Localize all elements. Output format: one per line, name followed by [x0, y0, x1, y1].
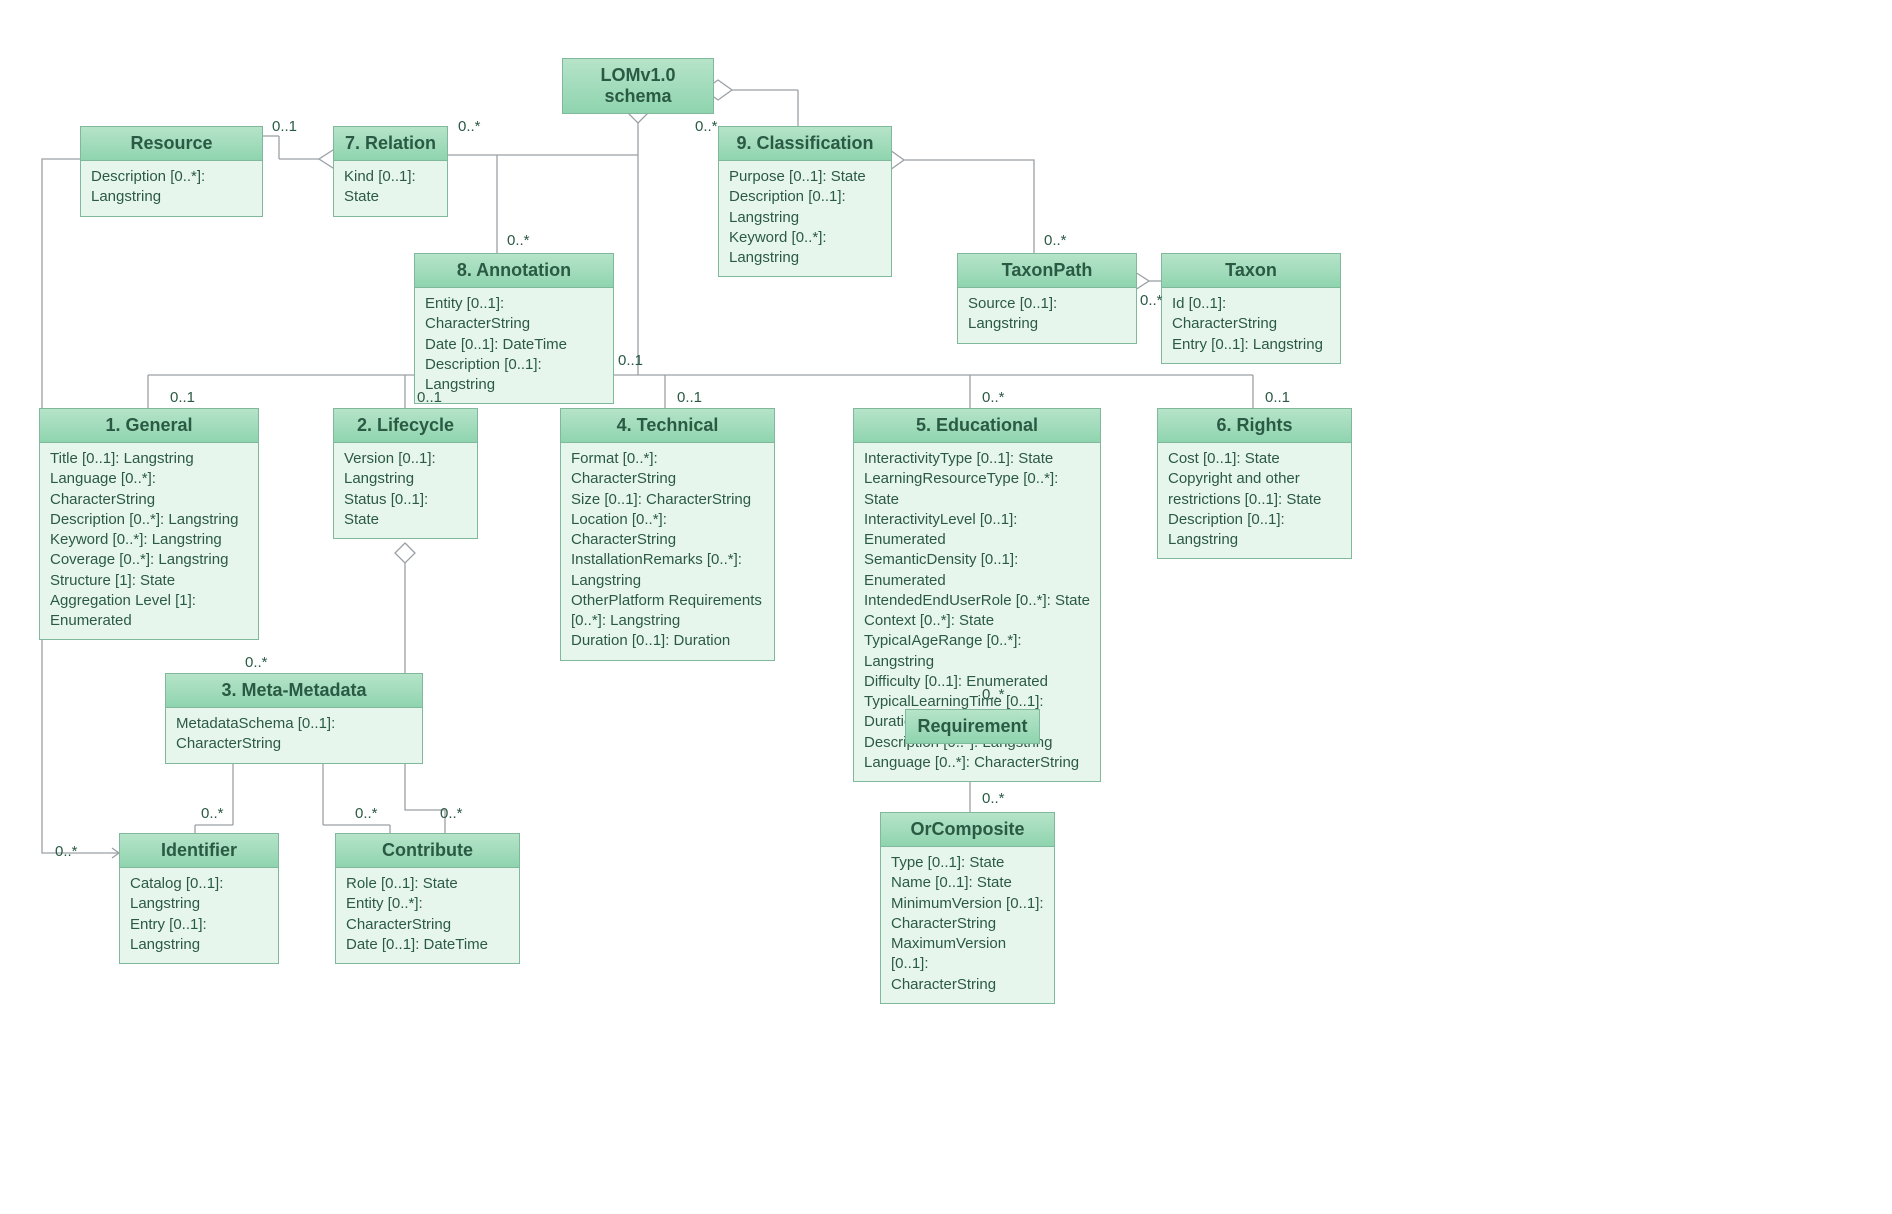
- class-resource: Resource Description [0..*]: Langstring: [80, 126, 263, 217]
- classification-title: 9. Classification: [719, 127, 891, 161]
- class-requirement: Requirement: [905, 709, 1040, 744]
- mult-contribute-b: 0..*: [440, 805, 463, 822]
- class-identifier: Identifier Catalog [0..1]: LangstringEnt…: [119, 833, 279, 964]
- educational-title: 5. Educational: [854, 409, 1100, 443]
- mult-relation: 0..*: [458, 118, 481, 135]
- mult-contribute-a: 0..*: [355, 805, 378, 822]
- taxon-title: Taxon: [1162, 254, 1340, 288]
- class-contribute: Contribute Role [0..1]: StateEntity [0..…: [335, 833, 520, 964]
- contribute-title: Contribute: [336, 834, 519, 868]
- resource-attrs: Description [0..*]: Langstring: [81, 161, 262, 216]
- class-lifecycle: 2. Lifecycle Version [0..1]:LangstringSt…: [333, 408, 478, 539]
- mult-orcomposite: 0..*: [982, 790, 1005, 807]
- technical-attrs: Format [0..*]: CharacterStringSize [0..1…: [561, 443, 774, 660]
- annotation-title: 8. Annotation: [415, 254, 613, 288]
- relation-title: 7. Relation: [334, 127, 447, 161]
- mult-metametadata-a: 0..*: [245, 654, 268, 671]
- mult-lifecycle: 0..1: [417, 389, 442, 406]
- mult-classification: 0..*: [695, 118, 718, 135]
- taxonpath-title: TaxonPath: [958, 254, 1136, 288]
- class-taxonpath: TaxonPath Source [0..1]: Langstring: [957, 253, 1137, 344]
- orcomposite-attrs: Type [0..1]: StateName [0..1]: StateMini…: [881, 847, 1054, 1003]
- class-rights: 6. Rights Cost [0..1]: StateCopyright an…: [1157, 408, 1352, 559]
- classification-attrs: Purpose [0..1]: StateDescription [0..1]:…: [719, 161, 891, 276]
- mult-technical: 0..1: [677, 389, 702, 406]
- general-title: 1. General: [40, 409, 258, 443]
- rights-title: 6. Rights: [1158, 409, 1351, 443]
- requirement-title: Requirement: [906, 710, 1039, 743]
- mult-identifier-a: 0..*: [201, 805, 224, 822]
- class-metametadata: 3. Meta-Metadata MetadataSchema [0..1]: …: [165, 673, 423, 764]
- identifier-attrs: Catalog [0..1]: LangstringEntry [0..1]: …: [120, 868, 278, 963]
- mult-taxonpath: 0..*: [1044, 232, 1067, 249]
- mult-taxon: 0..*: [1140, 292, 1163, 309]
- class-annotation: 8. Annotation Entity [0..1]: CharacterSt…: [414, 253, 614, 404]
- lifecycle-title: 2. Lifecycle: [334, 409, 477, 443]
- technical-title: 4. Technical: [561, 409, 774, 443]
- class-technical: 4. Technical Format [0..*]: CharacterStr…: [560, 408, 775, 661]
- resource-title: Resource: [81, 127, 262, 161]
- mult-rights: 0..1: [1265, 389, 1290, 406]
- annotation-attrs: Entity [0..1]: CharacterStringDate [0..1…: [415, 288, 613, 403]
- orcomposite-title: OrComposite: [881, 813, 1054, 847]
- mult-requirement: 0..*: [982, 686, 1005, 703]
- relation-attrs: Kind [0..1]: State: [334, 161, 447, 216]
- class-classification: 9. Classification Purpose [0..1]: StateD…: [718, 126, 892, 277]
- taxon-attrs: Id [0..1]: CharacterStringEntry [0..1]: …: [1162, 288, 1340, 363]
- class-general: 1. General Title [0..1]: LangstringLangu…: [39, 408, 259, 640]
- mult-educational: 0..*: [982, 389, 1005, 406]
- class-taxon: Taxon Id [0..1]: CharacterStringEntry [0…: [1161, 253, 1341, 364]
- mult-annotation: 0..*: [507, 232, 530, 249]
- mult-bus: 0..1: [618, 352, 643, 369]
- contribute-attrs: Role [0..1]: StateEntity [0..*]: Charact…: [336, 868, 519, 963]
- mult-identifier-left: 0..*: [55, 843, 78, 860]
- lifecycle-attrs: Version [0..1]:LangstringStatus [0..1]: …: [334, 443, 477, 538]
- identifier-title: Identifier: [120, 834, 278, 868]
- rights-attrs: Cost [0..1]: StateCopyright and otherres…: [1158, 443, 1351, 558]
- root-title: LOMv1.0 schema: [563, 59, 713, 113]
- class-root: LOMv1.0 schema: [562, 58, 714, 114]
- class-relation: 7. Relation Kind [0..1]: State: [333, 126, 448, 217]
- mult-general: 0..1: [170, 389, 195, 406]
- metametadata-attrs: MetadataSchema [0..1]: CharacterString: [166, 708, 422, 763]
- taxonpath-attrs: Source [0..1]: Langstring: [958, 288, 1136, 343]
- general-attrs: Title [0..1]: LangstringLanguage [0..*]:…: [40, 443, 258, 639]
- metametadata-title: 3. Meta-Metadata: [166, 674, 422, 708]
- class-orcomposite: OrComposite Type [0..1]: StateName [0..1…: [880, 812, 1055, 1004]
- mult-resource: 0..1: [272, 118, 297, 135]
